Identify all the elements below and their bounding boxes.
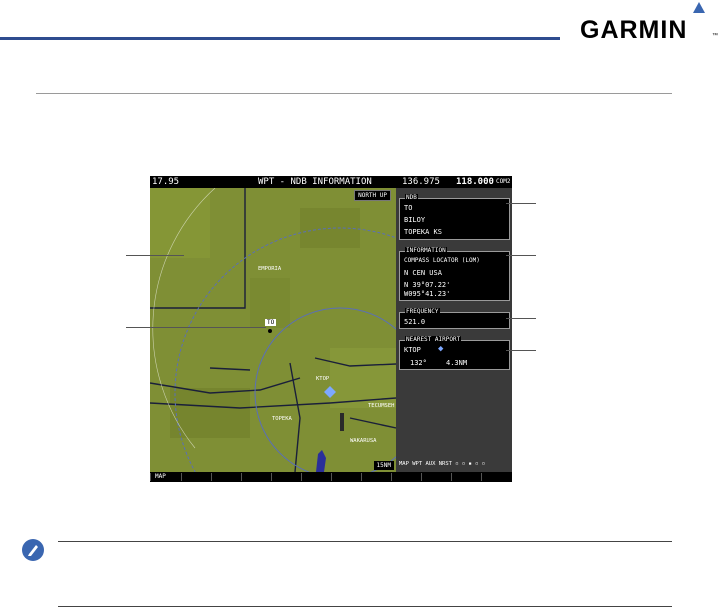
ndb-box: NDB TO BILOY TOPEKA KS bbox=[399, 194, 510, 240]
airport-diamond-icon: ◆ bbox=[438, 344, 444, 354]
softkey-4[interactable] bbox=[241, 473, 271, 481]
softkey-8[interactable] bbox=[361, 473, 391, 481]
ndb-ident-field[interactable]: TO bbox=[404, 204, 412, 212]
section-divider bbox=[36, 93, 672, 94]
com-label: COM2 bbox=[496, 178, 511, 185]
callout-line-frequency bbox=[506, 318, 536, 319]
ndb-name: BILOY bbox=[404, 216, 426, 224]
mfd-screen: 17.95 WPT - NDB INFORMATION 136.975 118.… bbox=[150, 176, 512, 482]
nearest-airport-bearing: 132° bbox=[410, 359, 427, 367]
nearest-airport-box-title: NEAREST AIRPORT bbox=[405, 336, 462, 343]
softkey-7[interactable] bbox=[331, 473, 361, 481]
map-place-label: TOPEKA bbox=[272, 416, 292, 422]
softkey-9[interactable] bbox=[391, 473, 421, 481]
callout-line-map bbox=[126, 255, 184, 256]
map-graphics bbox=[150, 188, 396, 472]
top-status-bar: 17.95 WPT - NDB INFORMATION 136.975 118.… bbox=[150, 176, 512, 188]
softkey-map[interactable]: MAP bbox=[150, 473, 181, 481]
information-box: INFORMATION COMPASS LOCATOR (LOM) N CEN … bbox=[399, 247, 510, 301]
softkey-10[interactable] bbox=[421, 473, 451, 481]
softkey-bar: MAP bbox=[150, 472, 512, 482]
moving-map[interactable]: NORTH UP TO EMPORIA KTOP TOPEKA TECUMSEH… bbox=[150, 188, 396, 472]
ndb-latitude: N 39°07.22' bbox=[404, 281, 451, 289]
map-range-label[interactable]: 15NM bbox=[373, 461, 394, 470]
ndb-region: N CEN USA bbox=[404, 269, 442, 277]
nearest-airport-distance: 4.3NM bbox=[446, 359, 468, 367]
ndb-longitude: W095°41.23' bbox=[404, 290, 451, 298]
callout-line-ndb-box bbox=[506, 203, 536, 204]
information-box-title: INFORMATION bbox=[405, 247, 447, 254]
nearest-airport-ident[interactable]: KTOP bbox=[404, 346, 421, 354]
map-place-label: TECUMSEH bbox=[368, 403, 395, 409]
map-place-label: WAKARUSA bbox=[350, 438, 377, 444]
softkey-12[interactable] bbox=[481, 473, 512, 481]
map-orientation-label[interactable]: NORTH UP bbox=[354, 190, 391, 201]
note-bottom-rule bbox=[58, 606, 672, 607]
garmin-logo: GARMIN bbox=[580, 16, 688, 44]
softkey-5[interactable] bbox=[271, 473, 301, 481]
page-group-indicator: MAP WPT AUX NRST ▫ ▫ ▪ ▫ ▫ bbox=[399, 461, 485, 467]
map-place-label: KTOP bbox=[316, 376, 330, 382]
header-rule bbox=[0, 37, 560, 40]
garmin-logo-triangle-icon bbox=[693, 2, 705, 13]
ndb-type: COMPASS LOCATOR (LOM) bbox=[404, 257, 480, 264]
frequency-box-title: FREQUENCY bbox=[405, 308, 440, 315]
note-pencil-icon bbox=[22, 539, 44, 561]
softkey-2[interactable] bbox=[181, 473, 211, 481]
ndb-city: TOPEKA KS bbox=[404, 228, 442, 236]
page-group-label: MAP WPT AUX NRST bbox=[399, 461, 452, 467]
callout-line-information bbox=[506, 255, 536, 256]
frequency-box: FREQUENCY 521.0 bbox=[399, 308, 510, 329]
ndb-frequency: 521.0 bbox=[404, 318, 426, 326]
nav-frequency: 17.95 bbox=[152, 177, 180, 187]
softkey-11[interactable] bbox=[451, 473, 481, 481]
com-standby-frequency: 136.975 bbox=[402, 177, 440, 187]
softkey-6[interactable] bbox=[301, 473, 331, 481]
com-active-frequency: 118.000 bbox=[456, 177, 494, 187]
softkey-3[interactable] bbox=[211, 473, 241, 481]
callout-line-nearest-airport bbox=[506, 350, 536, 351]
note-top-rule bbox=[58, 541, 672, 542]
nearest-airport-box: NEAREST AIRPORT KTOP ◆ 132° 4.3NM bbox=[399, 336, 510, 370]
waypoint-info-panel: NDB TO BILOY TOPEKA KS INFORMATION COMPA… bbox=[396, 188, 512, 472]
callout-line-ndb bbox=[126, 327, 266, 328]
trademark-mark: ™ bbox=[712, 33, 718, 39]
ndb-box-title: NDB bbox=[405, 194, 418, 201]
map-place-label: EMPORIA bbox=[258, 266, 282, 272]
page-title: WPT - NDB INFORMATION bbox=[258, 177, 372, 187]
map-waypoint-label: TO bbox=[265, 319, 277, 326]
page-dots-icon: ▫ ▫ ▪ ▫ ▫ bbox=[455, 461, 486, 467]
